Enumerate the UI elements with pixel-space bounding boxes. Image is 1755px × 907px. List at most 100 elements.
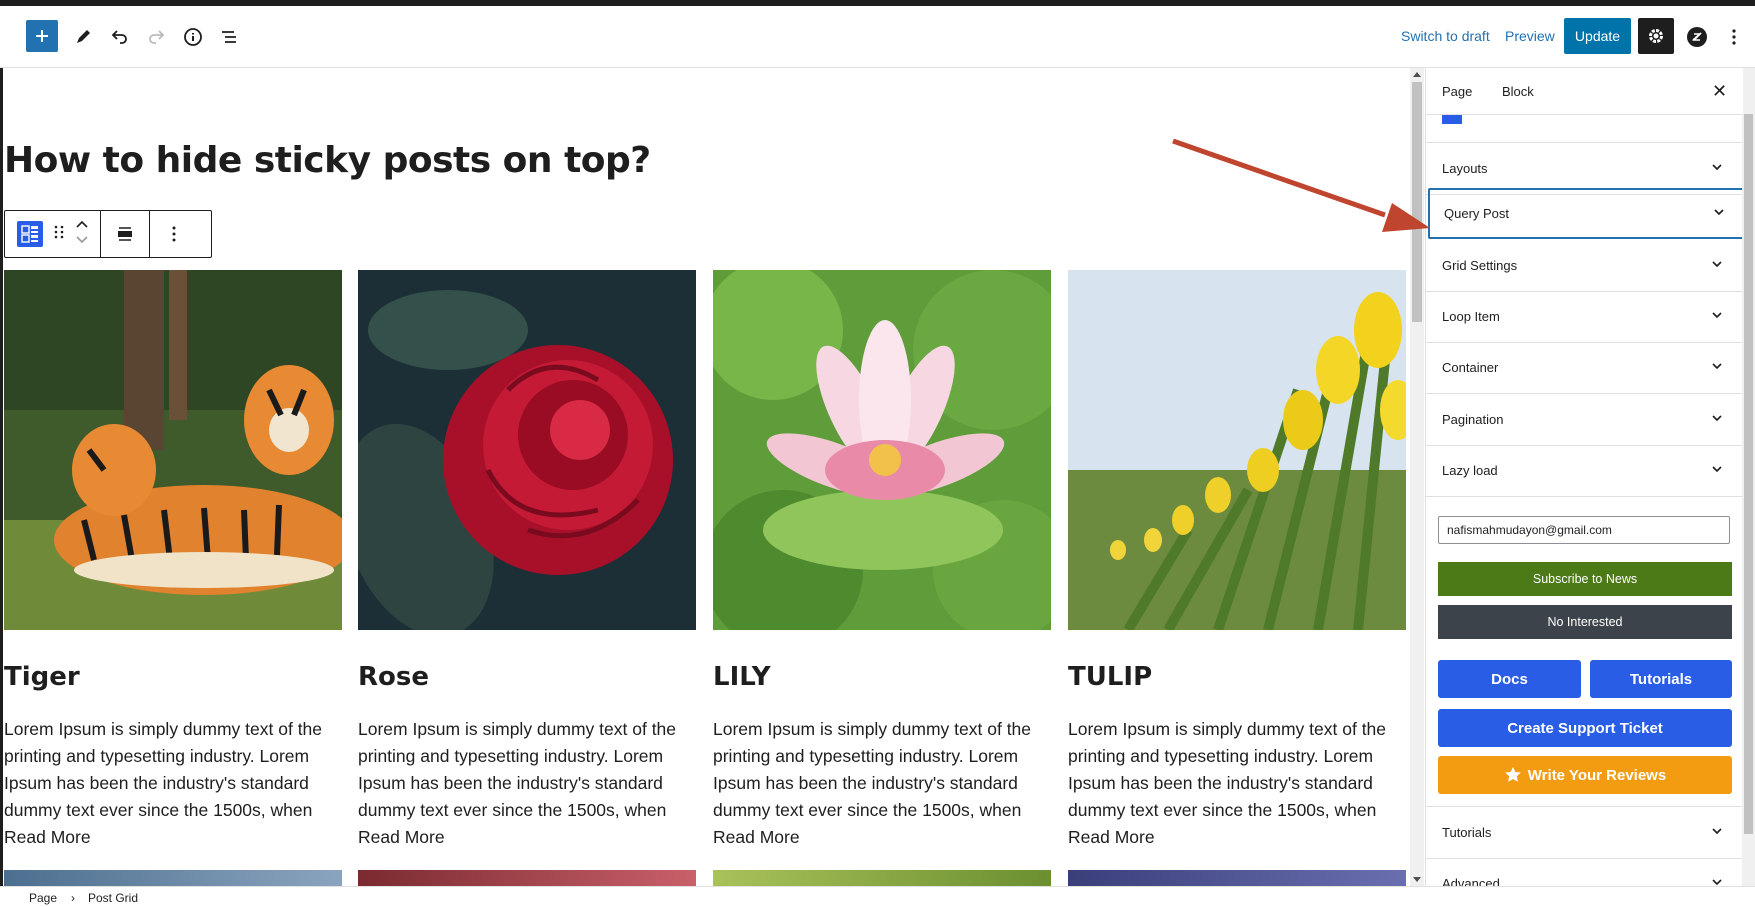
- post-excerpt: Lorem Ipsum is simply dummy text of the …: [713, 719, 1032, 820]
- panel-query-post[interactable]: Query Post: [1428, 188, 1743, 239]
- breadcrumb-separator: ›: [71, 891, 75, 905]
- editor-canvas: How to hide sticky posts on top? Tiger L…: [0, 68, 1410, 886]
- canvas-scrollbar-thumb[interactable]: [1412, 82, 1422, 322]
- post-card-tiger[interactable]: Tiger Lorem Ipsum is simply dummy text o…: [4, 270, 342, 847]
- scroll-down-arrow-icon[interactable]: [1413, 877, 1421, 882]
- settings-button[interactable]: [1638, 18, 1674, 54]
- panel-pagination[interactable]: Pagination: [1426, 394, 1743, 446]
- options-button[interactable]: [1716, 19, 1752, 55]
- email-field[interactable]: [1438, 516, 1730, 544]
- settings-sidebar: Page Block ✕ Layouts Query Post Grid Set…: [1425, 68, 1743, 886]
- tutorials-button[interactable]: Tutorials: [1590, 660, 1732, 698]
- next-post-image[interactable]: [4, 870, 342, 886]
- tiger-image[interactable]: [4, 270, 342, 630]
- next-post-image[interactable]: [358, 870, 696, 886]
- editor-toolbar: Switch to draft Preview Update: [0, 6, 1755, 68]
- post-title[interactable]: Rose: [358, 662, 429, 692]
- panel-label: Query Post: [1444, 206, 1510, 221]
- panel-label: Grid Settings: [1442, 258, 1518, 273]
- block-card-icon: [1442, 114, 1462, 124]
- post-excerpt: Lorem Ipsum is simply dummy text of the …: [4, 719, 323, 820]
- read-more-link[interactable]: Read More: [4, 824, 91, 851]
- scroll-up-arrow-icon[interactable]: [1413, 72, 1421, 77]
- write-reviews-button[interactable]: Write Your Reviews: [1438, 756, 1732, 794]
- preview-button[interactable]: Preview: [1505, 28, 1555, 44]
- docs-button[interactable]: Docs: [1438, 660, 1581, 698]
- list-view-icon: [222, 31, 236, 43]
- tools-button[interactable]: [65, 19, 101, 55]
- breadcrumb-item-page[interactable]: Page: [29, 891, 57, 905]
- chevron-down-icon: [1714, 209, 1724, 216]
- list-view-button[interactable]: [211, 19, 247, 55]
- panel-lazy-load[interactable]: Lazy load: [1426, 445, 1743, 497]
- post-excerpt: Lorem Ipsum is simply dummy text of the …: [358, 719, 677, 820]
- post-card-tulip[interactable]: TULIP Lorem Ipsum is simply dummy text o…: [1068, 270, 1406, 847]
- subscribe-button[interactable]: Subscribe to News: [1438, 562, 1732, 596]
- tulip-image[interactable]: [1068, 270, 1406, 630]
- post-title[interactable]: TULIP: [1068, 662, 1152, 692]
- update-button[interactable]: Update: [1564, 18, 1631, 54]
- gear-icon: [1649, 29, 1663, 43]
- chevron-down-icon: [1712, 828, 1722, 835]
- move-up-down-icon[interactable]: [75, 219, 89, 250]
- canvas-scrollbar[interactable]: [1410, 68, 1424, 886]
- details-button[interactable]: [175, 19, 211, 55]
- plus-icon: [36, 30, 48, 42]
- plugin-button[interactable]: [1679, 19, 1715, 55]
- panel-label: Container: [1442, 360, 1499, 375]
- breadcrumb: Page › Post Grid: [0, 886, 1755, 907]
- breadcrumb-item-post-grid[interactable]: Post Grid: [88, 891, 138, 905]
- more-vertical-icon: [1732, 29, 1736, 45]
- next-post-image[interactable]: [713, 870, 1051, 886]
- read-more-link[interactable]: Read More: [713, 824, 800, 851]
- chevron-down-icon: [1712, 261, 1722, 268]
- panel-grid-settings[interactable]: Grid Settings: [1426, 240, 1743, 292]
- pencil-icon: [77, 30, 90, 43]
- post-grid-block-icon[interactable]: [16, 221, 43, 247]
- read-more-link[interactable]: Read More: [1068, 824, 1155, 851]
- post-title[interactable]: LILY: [713, 662, 771, 692]
- rose-image[interactable]: [358, 270, 696, 630]
- sidebar-scrollbar[interactable]: [1742, 68, 1755, 886]
- chevron-down-icon: [1712, 879, 1722, 886]
- more-vertical-icon: [172, 226, 176, 242]
- chevron-down-icon: [1712, 164, 1722, 171]
- panel-label: Advanced: [1442, 876, 1500, 886]
- panel-label: Tutorials: [1442, 825, 1492, 840]
- panel-label: Lazy load: [1442, 463, 1498, 478]
- align-wide-icon: [118, 227, 132, 241]
- panel-tutorials[interactable]: Tutorials: [1426, 806, 1743, 859]
- info-icon: [184, 28, 202, 46]
- create-support-ticket-button[interactable]: Create Support Ticket: [1438, 709, 1732, 747]
- canvas-left-border: [0, 68, 3, 886]
- no-interest-button[interactable]: No Interested: [1438, 605, 1732, 639]
- sidebar-tabs: Page Block ✕: [1426, 68, 1743, 115]
- post-card-rose[interactable]: Rose Lorem Ipsum is simply dummy text of…: [358, 270, 696, 847]
- redo-button[interactable]: [138, 19, 174, 55]
- panel-loop-item[interactable]: Loop Item: [1426, 291, 1743, 343]
- read-more-link[interactable]: Read More: [358, 824, 445, 851]
- tab-page[interactable]: Page: [1442, 84, 1472, 99]
- post-title[interactable]: Tiger: [4, 662, 80, 692]
- panel-label: Loop Item: [1442, 309, 1500, 324]
- drag-handle-icon[interactable]: [54, 224, 64, 245]
- star-icon: [1504, 767, 1521, 782]
- panel-advanced[interactable]: Advanced: [1426, 858, 1743, 886]
- panel-container[interactable]: Container: [1426, 342, 1743, 394]
- undo-icon: [111, 30, 127, 44]
- add-block-button[interactable]: [26, 20, 58, 52]
- sidebar-scrollbar-thumb[interactable]: [1744, 114, 1753, 834]
- post-excerpt: Lorem Ipsum is simply dummy text of the …: [1068, 719, 1387, 820]
- page-title[interactable]: How to hide sticky posts on top?: [4, 140, 651, 181]
- tab-block[interactable]: Block: [1502, 84, 1534, 99]
- block-options-button[interactable]: [150, 211, 198, 257]
- next-post-image[interactable]: [1068, 870, 1406, 886]
- undo-button[interactable]: [102, 19, 138, 55]
- panel-label: Pagination: [1442, 412, 1504, 427]
- align-button[interactable]: [101, 211, 150, 257]
- close-sidebar-button[interactable]: ✕: [1712, 81, 1727, 102]
- lily-image[interactable]: [713, 270, 1051, 630]
- post-card-lily[interactable]: LILY Lorem Ipsum is simply dummy text of…: [713, 270, 1051, 847]
- chevron-down-icon: [1712, 466, 1722, 473]
- switch-to-draft-button[interactable]: Switch to draft: [1401, 28, 1490, 44]
